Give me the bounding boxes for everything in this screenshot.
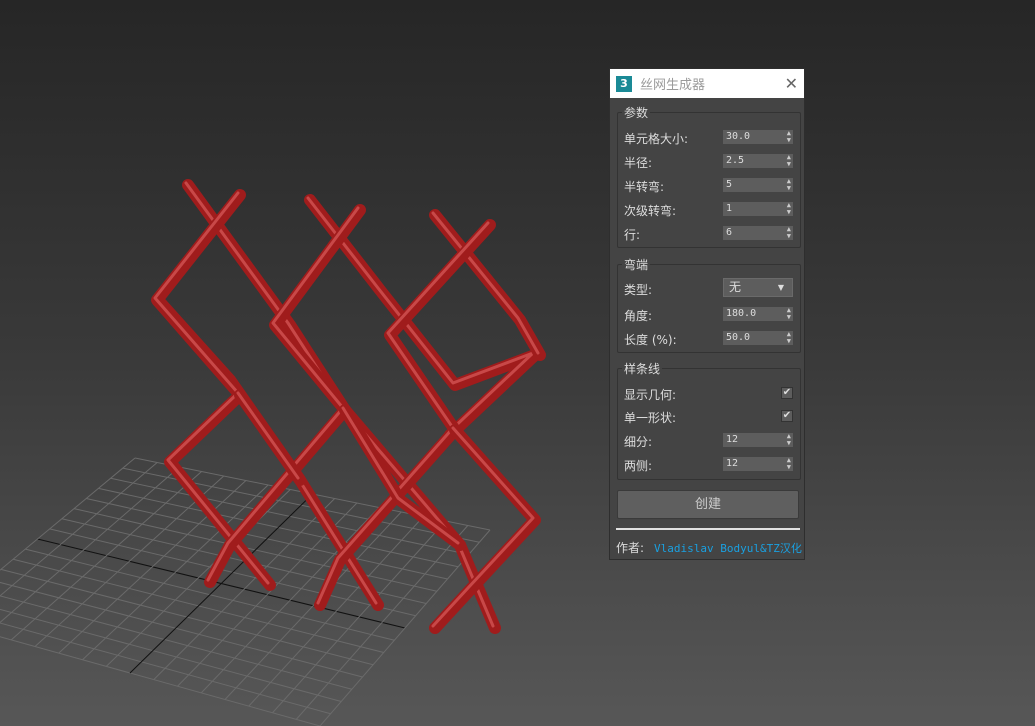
type-dropdown[interactable]: 无 ▼: [723, 278, 793, 297]
type-row: 类型: 无 ▼: [624, 278, 793, 297]
title-bar[interactable]: 3 丝网生成器 ✕: [610, 69, 804, 98]
rows-spinner[interactable]: 6 ▲ ▼: [723, 226, 793, 240]
show-geometry-row: 显示几何: ✔: [624, 386, 793, 402]
secondary-turns-row: 次级转弯: 1 ▲ ▼: [624, 202, 793, 218]
length-row: 长度 (%): 50.0 ▲ ▼: [624, 331, 793, 347]
spinner-arrows-icon: ▲ ▼: [786, 201, 791, 216]
subdivisions-spinner[interactable]: 12 ▲ ▼: [723, 433, 793, 447]
spinner-arrows-icon: ▲ ▼: [786, 129, 791, 144]
spinner-arrows-icon: ▲ ▼: [786, 432, 791, 447]
spinner-arrows-icon: ▲ ▼: [786, 330, 791, 345]
author-link[interactable]: Vladislav Bodyul&TZ汉化: [654, 542, 802, 555]
half-turns-row: 半转弯: 5 ▲ ▼: [624, 178, 793, 194]
app-logo-icon: 3: [616, 75, 632, 92]
chain-link-fence-model: [151, 179, 546, 634]
author-credit: 作者: Vladislav Bodyul&TZ汉化: [616, 541, 802, 555]
radius-row: 半径: 2.5 ▲ ▼: [624, 154, 793, 170]
group-title: 弯端: [622, 256, 651, 273]
label: 长度 (%):: [624, 333, 677, 347]
grid-line: [82, 484, 269, 661]
single-shape-row: 单一形状: ✔: [624, 409, 793, 425]
group-title: 样条线: [622, 360, 663, 377]
label: 次级转弯:: [624, 204, 677, 218]
spinner-arrows-icon: ▲ ▼: [786, 456, 791, 471]
wire-highlight: [236, 391, 300, 480]
sides-spinner[interactable]: 12 ▲ ▼: [723, 457, 793, 471]
sides-row: 两侧: 12 ▲ ▼: [624, 457, 793, 473]
label: 半转弯:: [624, 180, 665, 194]
rows-row: 行: 6 ▲ ▼: [624, 226, 793, 242]
group-title: 参数: [622, 104, 651, 121]
create-button[interactable]: 创建: [617, 490, 799, 519]
dialog-title: 丝网生成器: [640, 78, 706, 93]
radius-spinner[interactable]: 2.5 ▲ ▼: [723, 154, 793, 168]
ends-group: 弯端 类型: 无 ▼ 角度: 180.0 ▲ ▼ 长度 (%): 50.0 ▲ ▼: [617, 256, 801, 353]
cell-size-spinner[interactable]: 30.0 ▲ ▼: [723, 130, 793, 144]
spinner-arrows-icon: ▲ ▼: [786, 306, 791, 321]
mesh-generator-dialog: 3 丝网生成器 ✕ 参数 单元格大小: 30.0 ▲ ▼ 半径: 2.5 ▲ ▼ 半转弯: 5…: [609, 68, 805, 560]
show-geometry-checkbox[interactable]: ✔: [781, 387, 793, 399]
grid-line: [0, 595, 353, 690]
label: 显示几何:: [624, 388, 677, 402]
label: 类型:: [624, 283, 653, 297]
label: 细分:: [624, 435, 653, 449]
single-shape-checkbox[interactable]: ✔: [781, 410, 793, 422]
params-group: 参数 单元格大小: 30.0 ▲ ▼ 半径: 2.5 ▲ ▼ 半转弯: 5 ▲ ▼ 次级转弯: 1 ▲…: [617, 104, 801, 248]
length-spinner[interactable]: 50.0 ▲ ▼: [723, 331, 793, 345]
half-turns-spinner[interactable]: 5 ▲ ▼: [723, 178, 793, 192]
spinner-arrows-icon: ▲ ▼: [786, 225, 791, 240]
grid-line: [10, 471, 202, 641]
close-icon[interactable]: ✕: [785, 74, 798, 93]
chevron-down-icon: ▼: [777, 283, 784, 292]
label: 两侧:: [624, 459, 653, 473]
spline-group: 样条线 显示几何: ✔ 单一形状: ✔ 细分: 12 ▲ ▼ 两侧: 12 ▲ ▼: [617, 360, 801, 480]
label: 单一形状:: [624, 411, 677, 425]
label: 行:: [624, 228, 641, 242]
3d-viewport[interactable]: [0, 0, 1035, 726]
spinner-arrows-icon: ▲ ▼: [786, 177, 791, 192]
label: 角度:: [624, 309, 653, 323]
angle-spinner[interactable]: 180.0 ▲ ▼: [723, 307, 793, 321]
angle-row: 角度: 180.0 ▲ ▼: [624, 307, 793, 323]
label: 单元格大小:: [624, 132, 689, 146]
divider: [616, 528, 800, 530]
spinner-arrows-icon: ▲ ▼: [786, 153, 791, 168]
secondary-turns-spinner[interactable]: 1 ▲ ▼: [723, 202, 793, 216]
cell-size-row: 单元格大小: 30.0 ▲ ▼: [624, 130, 793, 146]
subdivisions-row: 细分: 12 ▲ ▼: [624, 433, 793, 449]
label: 半径:: [624, 156, 653, 170]
